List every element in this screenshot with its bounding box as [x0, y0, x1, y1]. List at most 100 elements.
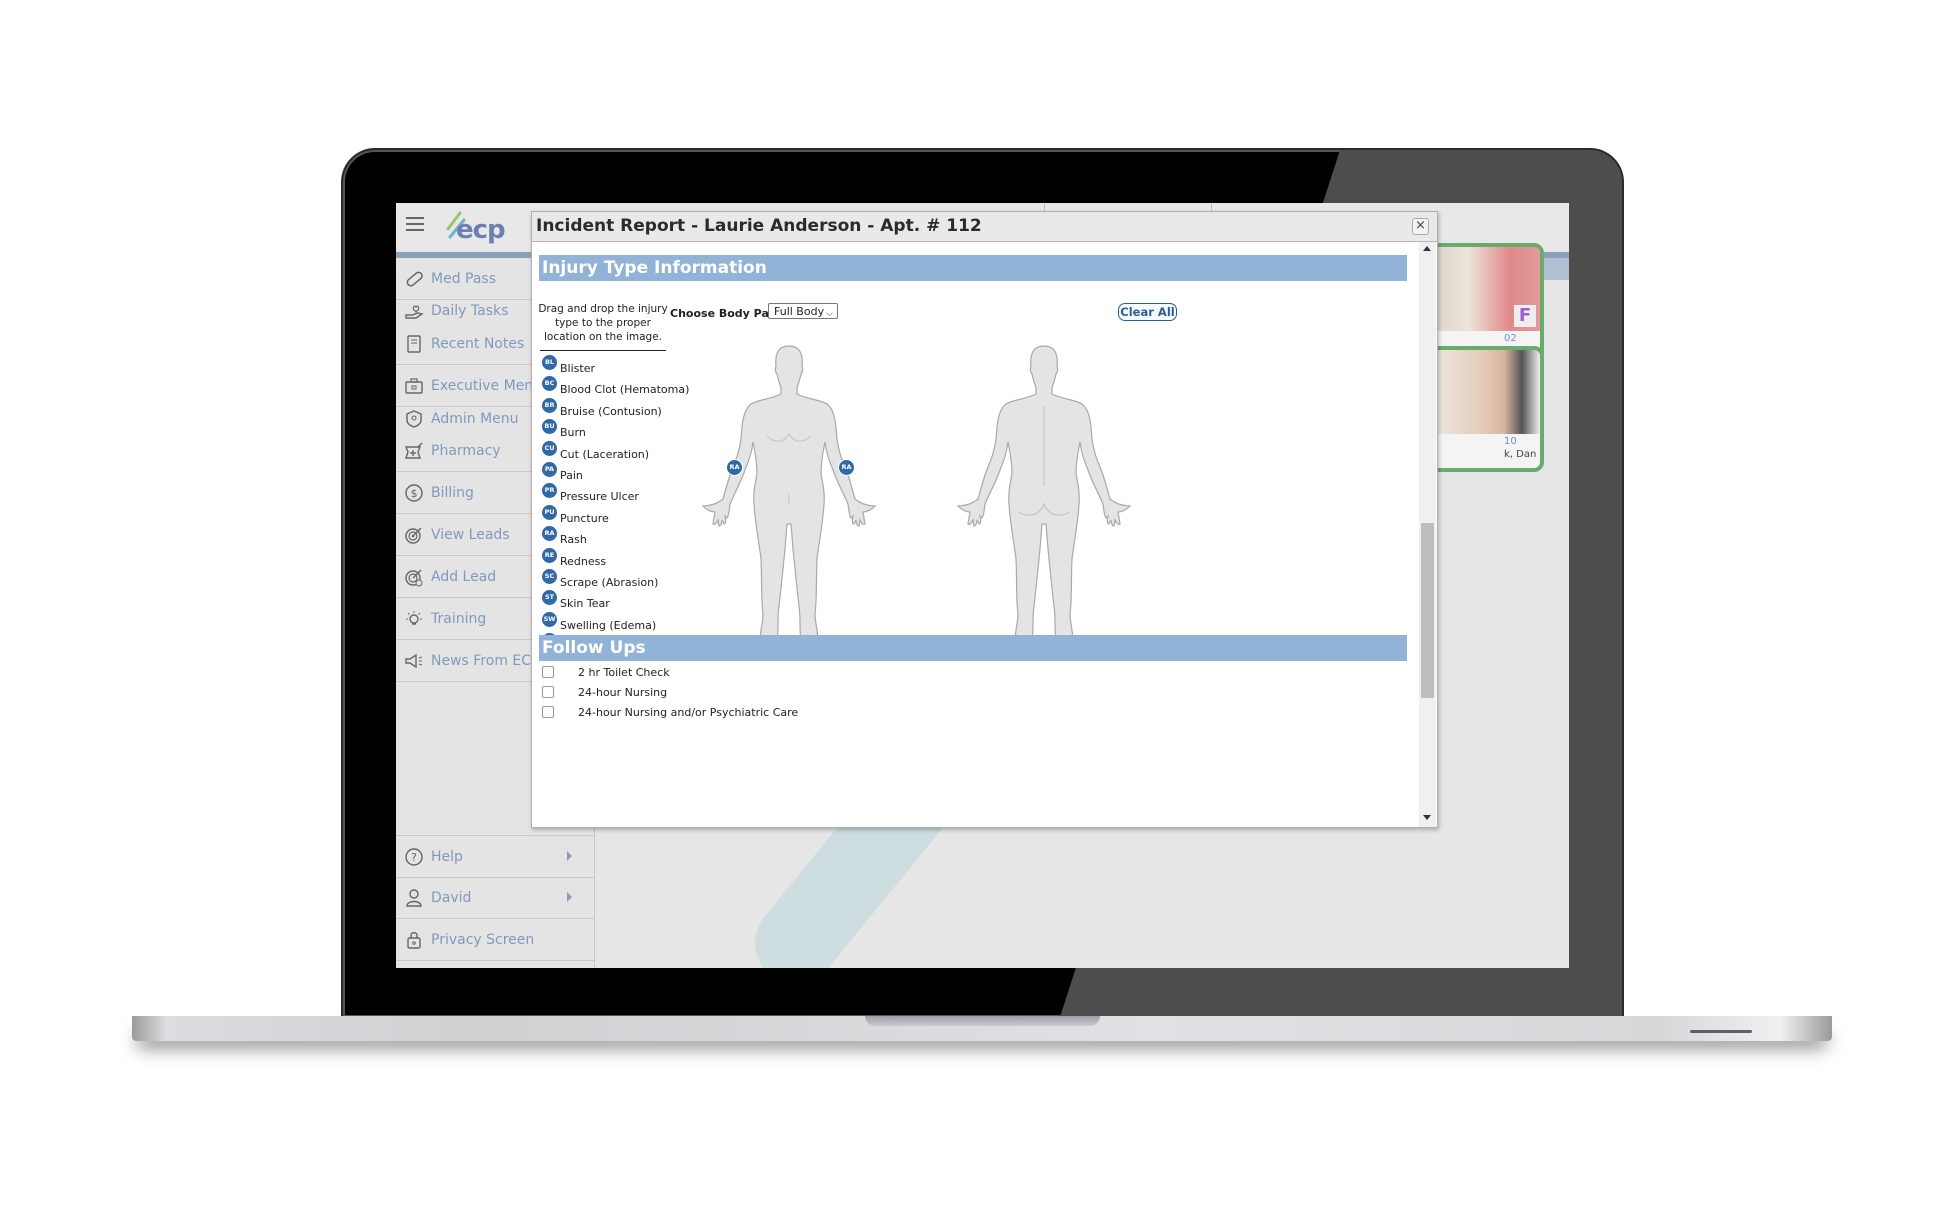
injury-type-item[interactable]: PR Pressure Ulcer — [542, 483, 639, 503]
sidebar-item-label: David — [431, 889, 472, 906]
injury-type-label: Rash — [560, 533, 587, 547]
injury-code-badge[interactable]: ST — [542, 590, 557, 606]
sidebar-item-label: Privacy Screen — [431, 931, 535, 948]
dollar-icon: $ — [403, 482, 425, 504]
briefcase-icon — [403, 375, 425, 397]
injury-type-label: Pressure Ulcer — [560, 490, 639, 504]
injury-code-badge[interactable]: BR — [542, 397, 557, 413]
resident-badge: F — [1514, 305, 1536, 327]
chevron-down-icon: ⌵ — [826, 309, 833, 319]
section-header-injury-type: Injury Type Information — [539, 255, 1407, 281]
injury-code-badge[interactable]: CU — [542, 440, 557, 456]
injury-code-badge[interactable]: BU — [542, 419, 557, 435]
sidebar-item-label: Recent Notes — [431, 335, 525, 352]
note-icon — [403, 333, 425, 355]
scrollbar-thumb[interactable] — [1421, 523, 1434, 698]
injury-type-item[interactable]: SC Scrape (Abrasion) — [542, 569, 658, 589]
user-icon — [403, 887, 425, 909]
injury-code-badge[interactable]: BL — [542, 355, 557, 370]
sidebar-item-label: Admin Menu — [431, 410, 519, 427]
injury-code-badge[interactable]: RE — [542, 547, 557, 563]
sidebar-item-label: Help — [431, 848, 463, 865]
injury-type-item[interactable]: BL Blister — [542, 355, 595, 375]
injury-type-item[interactable]: RE Redness — [542, 547, 607, 568]
injury-type-item[interactable]: PA Pain — [542, 462, 583, 482]
sidebar-item-label: Daily Tasks — [431, 302, 509, 319]
injury-type-item[interactable]: SW Swelling (Edema) — [542, 611, 656, 632]
sidebar-item-label: News From ECP — [431, 652, 540, 669]
laptop-vent — [1690, 1030, 1752, 1033]
injury-code-badge[interactable]: BC — [542, 376, 557, 392]
instructions-divider — [540, 350, 666, 351]
follow-up-checkbox[interactable] — [542, 666, 554, 678]
sidebar-item-label: View Leads — [431, 526, 510, 543]
injury-code-badge[interactable]: RA — [542, 526, 557, 542]
clear-all-button[interactable]: Clear All — [1118, 303, 1177, 321]
injury-type-label: Skin Tear — [560, 597, 610, 611]
sidebar-item-label: Billing — [431, 484, 474, 501]
sidebar-item-user[interactable]: David — [396, 877, 594, 919]
injury-type-item[interactable]: BC Blood Clot (Hematoma) — [542, 376, 689, 396]
drag-instructions: Drag and drop the injury type to the pro… — [538, 303, 668, 343]
resident-photo — [1420, 350, 1540, 434]
sidebar-item-label: Pharmacy — [431, 442, 501, 459]
submenu-arrow-icon — [567, 892, 572, 902]
injury-type-item[interactable]: BU Burn — [542, 419, 586, 439]
sidebar-item-label: Med Pass — [431, 270, 497, 287]
lightbulb-icon — [403, 608, 425, 630]
placed-injury-marker[interactable]: RA — [838, 459, 855, 476]
section-header-follow-ups: Follow Ups — [539, 635, 1407, 661]
scroll-down-arrow-icon[interactable] — [1423, 815, 1431, 820]
injury-code-badge[interactable]: PA — [542, 462, 557, 477]
injury-code-badge[interactable]: PR — [542, 483, 557, 499]
follow-up-label: 24-hour Nursing and/or Psychiatric Care — [578, 705, 799, 719]
body-part-select[interactable]: Full Body ⌵ — [768, 303, 838, 319]
injury-code-badge[interactable]: SC — [542, 569, 557, 584]
sidebar-item-label: Training — [431, 610, 487, 627]
injury-code-badge[interactable]: SW — [542, 611, 557, 627]
modal-title: Incident Report - Laurie Anderson - Apt.… — [536, 216, 982, 236]
injury-type-item[interactable]: CU Cut (Laceration) — [542, 440, 650, 461]
injury-type-item[interactable]: BR Bruise (Contusion) — [542, 397, 662, 418]
follow-up-item: 2 hr Toilet Check — [542, 662, 670, 682]
injury-type-item[interactable]: RA Rash — [542, 526, 587, 546]
pill-icon — [403, 268, 425, 290]
follow-up-checkbox[interactable] — [542, 686, 554, 698]
target-icon — [403, 524, 425, 546]
resident-apt: 02 — [1504, 333, 1517, 344]
svg-text:$: $ — [411, 487, 418, 500]
resident-name: k, Dan — [1504, 449, 1537, 460]
app-screen: ecp Communities 9 F 02 n, Audrey 10 k, D… — [396, 203, 1569, 968]
injury-type-label: Redness — [560, 554, 607, 568]
injury-type-label: Burn — [560, 426, 586, 440]
injury-type-label: Bruise (Contusion) — [560, 404, 662, 418]
lock-icon — [403, 929, 425, 951]
sidebar-item-help[interactable]: ? Help — [396, 835, 594, 878]
laptop-notch — [865, 1016, 1100, 1026]
svg-text:?: ? — [411, 851, 417, 864]
injury-type-item[interactable]: PU Puncture — [542, 504, 609, 525]
follow-up-label: 24-hour Nursing — [578, 685, 668, 699]
injury-type-label: Pain — [560, 469, 583, 482]
follow-ups-list: 2 hr Toilet Check 24-hour Nursing 24-hour … — [532, 662, 1412, 742]
modal-scrollbar[interactable] — [1419, 242, 1436, 827]
scroll-up-arrow-icon[interactable] — [1423, 246, 1431, 251]
body-figure-front[interactable] — [697, 344, 882, 649]
body-figure-back[interactable] — [952, 344, 1137, 649]
follow-up-label: 2 hr Toilet Check — [578, 665, 670, 679]
injury-type-label: Cut (Laceration) — [560, 447, 650, 461]
hamburger-menu-icon[interactable] — [406, 217, 424, 231]
close-icon[interactable]: × — [1412, 218, 1429, 235]
sidebar-item-label: Executive Menu — [431, 377, 543, 394]
shield-user-icon — [403, 408, 425, 430]
follow-up-checkbox[interactable] — [542, 706, 554, 718]
injury-type-item[interactable]: ST Skin Tear — [542, 590, 610, 610]
modal-body: Injury Type Information Drag and drop th… — [532, 242, 1419, 827]
injury-code-badge[interactable]: PU — [542, 504, 557, 520]
injury-type-label: Puncture — [560, 511, 609, 525]
injury-type-label: Blood Clot (Hematoma) — [560, 383, 690, 397]
sidebar-item-privacy-screen[interactable]: Privacy Screen — [396, 919, 594, 961]
incident-report-modal: Incident Report - Laurie Anderson - Apt.… — [531, 211, 1438, 828]
help-icon: ? — [403, 846, 425, 868]
placed-injury-marker[interactable]: RA — [726, 459, 743, 476]
